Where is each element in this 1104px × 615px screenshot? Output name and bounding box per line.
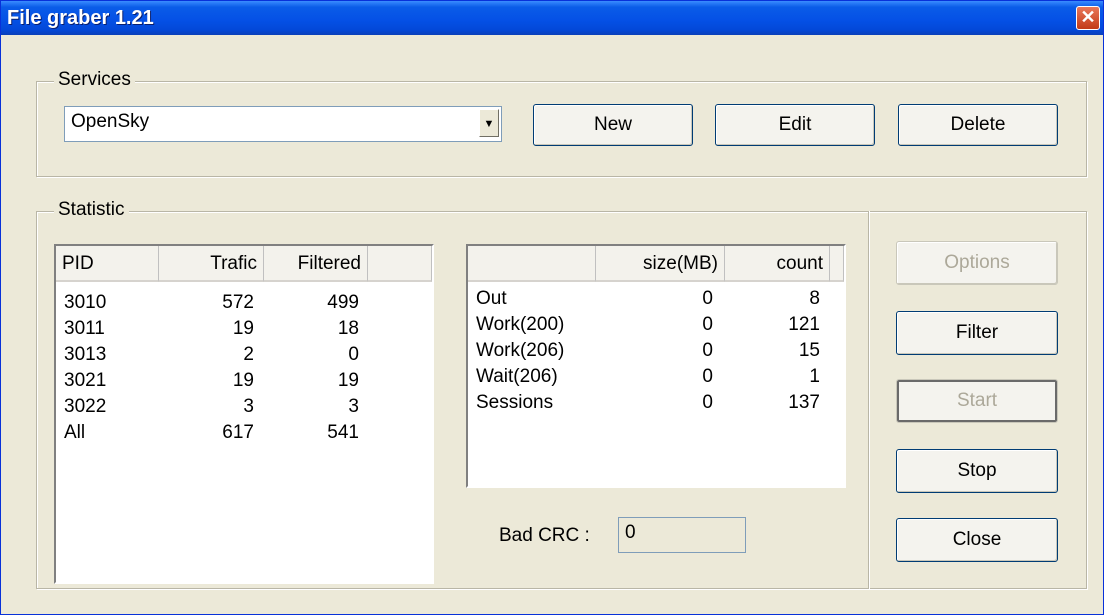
new-button[interactable]: New bbox=[533, 104, 693, 146]
filtered-cell: 499 bbox=[327, 292, 359, 313]
filter-button[interactable]: Filter bbox=[896, 311, 1058, 355]
trafic-cell: 572 bbox=[222, 292, 254, 313]
table-row[interactable]: 3011 19 18 bbox=[56, 316, 367, 342]
group-divider bbox=[868, 211, 870, 589]
title-bar[interactable]: File graber 1.21 ✕ bbox=[1, 1, 1103, 35]
filtered-cell: 19 bbox=[337, 370, 359, 391]
chevron-down-icon[interactable]: ▼ bbox=[479, 109, 499, 137]
bad-crc-field[interactable]: 0 bbox=[618, 517, 746, 553]
app-window: File graber 1.21 ✕ Services OpenSky ▼ Ne… bbox=[0, 0, 1104, 615]
column-header-filtered[interactable]: Filtered bbox=[264, 246, 368, 282]
table-row[interactable]: Wait(206) 0 1 bbox=[468, 364, 828, 390]
trafic-cell: 19 bbox=[232, 318, 254, 339]
summary-list-header: size(MB) count bbox=[468, 246, 844, 282]
table-row[interactable]: All 617 541 bbox=[56, 420, 367, 446]
count-cell: 121 bbox=[788, 314, 820, 335]
trafic-cell: 617 bbox=[222, 422, 254, 443]
bad-crc-label: Bad CRC : bbox=[499, 525, 590, 546]
type-cell: Out bbox=[476, 288, 507, 309]
service-select[interactable]: OpenSky ▼ bbox=[64, 106, 502, 142]
filtered-cell: 0 bbox=[348, 344, 359, 365]
pid-list[interactable]: PID Trafic Filtered 3010 572 499 3011 19… bbox=[54, 244, 434, 584]
table-row[interactable]: Out 0 8 bbox=[468, 286, 828, 312]
column-header-pid[interactable]: PID bbox=[56, 246, 159, 282]
start-button[interactable]: Start bbox=[896, 379, 1058, 423]
filtered-cell: 3 bbox=[348, 396, 359, 417]
column-header-type[interactable] bbox=[468, 246, 596, 282]
count-cell: 15 bbox=[798, 340, 820, 361]
table-row[interactable]: 3010 572 499 bbox=[56, 290, 367, 316]
trafic-cell: 3 bbox=[243, 396, 254, 417]
size-cell: 0 bbox=[702, 366, 713, 387]
count-cell: 137 bbox=[788, 392, 820, 413]
close-icon[interactable]: ✕ bbox=[1076, 6, 1100, 30]
type-cell: Sessions bbox=[476, 392, 554, 413]
filtered-cell: 541 bbox=[327, 422, 359, 443]
size-cell: 0 bbox=[702, 288, 713, 309]
column-header-count[interactable]: count bbox=[725, 246, 830, 282]
services-legend: Services bbox=[54, 69, 135, 91]
options-button[interactable]: Options bbox=[896, 241, 1058, 285]
delete-button[interactable]: Delete bbox=[898, 104, 1058, 146]
table-row[interactable]: Work(200) 0 121 bbox=[468, 312, 828, 338]
table-row[interactable]: Work(206) 0 15 bbox=[468, 338, 828, 364]
pid-cell: All bbox=[64, 422, 86, 443]
column-header-filler bbox=[368, 246, 432, 282]
pid-cell: 3022 bbox=[64, 396, 107, 417]
table-row[interactable]: 3022 3 3 bbox=[56, 394, 367, 420]
service-select-value: OpenSky bbox=[71, 111, 150, 132]
window-title: File graber 1.21 bbox=[7, 7, 154, 29]
count-cell: 1 bbox=[809, 366, 820, 387]
table-row[interactable]: 3021 19 19 bbox=[56, 368, 367, 394]
column-header-size[interactable]: size(MB) bbox=[596, 246, 725, 282]
trafic-cell: 2 bbox=[243, 344, 254, 365]
pid-cell: 3010 bbox=[64, 292, 107, 313]
type-cell: Wait(206) bbox=[476, 366, 558, 387]
pid-cell: 3021 bbox=[64, 370, 107, 391]
pid-cell: 3011 bbox=[64, 318, 105, 339]
edit-button[interactable]: Edit bbox=[715, 104, 875, 146]
stop-button[interactable]: Stop bbox=[896, 449, 1058, 493]
table-row[interactable]: 3013 2 0 bbox=[56, 342, 367, 368]
count-cell: 8 bbox=[809, 288, 820, 309]
summary-list[interactable]: size(MB) count Out 0 8 Work(200) 0 121 W… bbox=[466, 244, 846, 488]
pid-cell: 3013 bbox=[64, 344, 107, 365]
table-row[interactable]: Sessions 0 137 bbox=[468, 390, 828, 416]
filtered-cell: 18 bbox=[337, 318, 359, 339]
pid-list-header: PID Trafic Filtered bbox=[56, 246, 432, 282]
type-cell: Work(200) bbox=[476, 314, 565, 335]
column-header-trafic[interactable]: Trafic bbox=[159, 246, 264, 282]
column-header-filler bbox=[830, 246, 844, 282]
size-cell: 0 bbox=[702, 314, 713, 335]
close-button[interactable]: Close bbox=[896, 518, 1058, 562]
statistic-legend: Statistic bbox=[54, 199, 129, 221]
trafic-cell: 19 bbox=[232, 370, 254, 391]
type-cell: Work(206) bbox=[476, 340, 565, 361]
size-cell: 0 bbox=[702, 340, 713, 361]
size-cell: 0 bbox=[702, 392, 713, 413]
